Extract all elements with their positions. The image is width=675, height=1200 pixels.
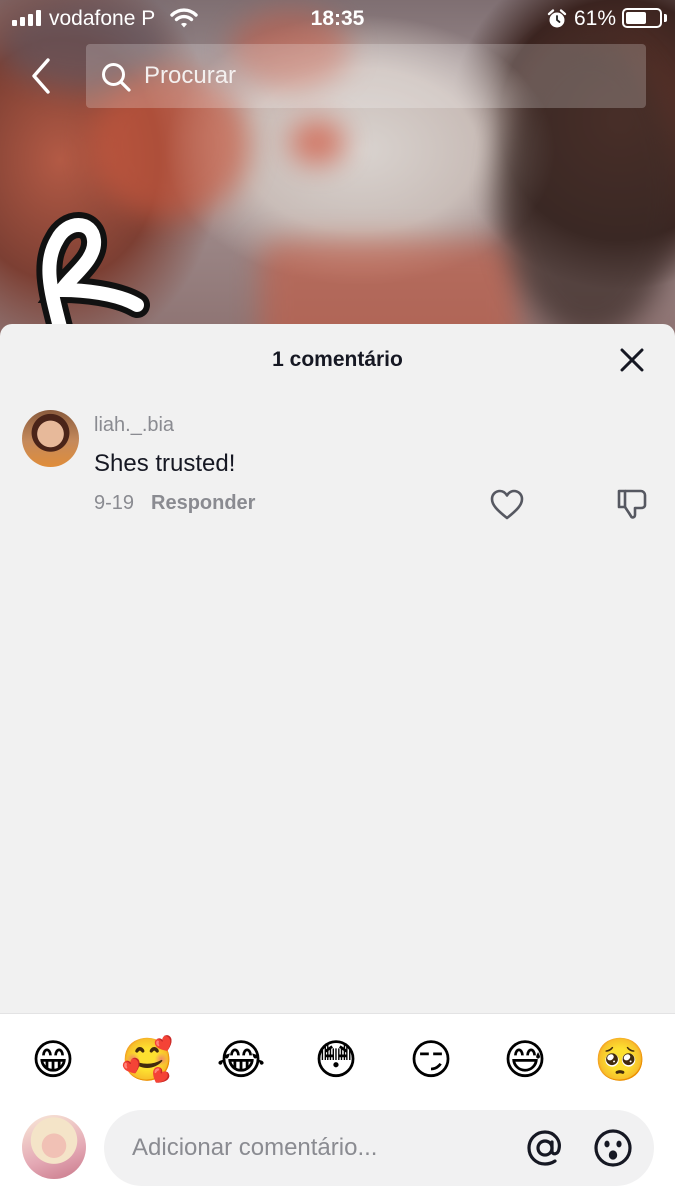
- emoji-smirk-button[interactable]: 😏: [405, 1034, 457, 1086]
- battery-icon: [622, 8, 662, 28]
- search-input[interactable]: Procurar: [86, 44, 646, 108]
- emoji-face-icon: [594, 1129, 632, 1167]
- close-icon: [620, 348, 644, 372]
- emoji-grin-button[interactable]: 😁: [27, 1034, 79, 1086]
- close-button[interactable]: [616, 344, 648, 376]
- video-sticker-graphic: [36, 212, 150, 340]
- mention-button[interactable]: [524, 1127, 566, 1169]
- emoji-picker-button[interactable]: [592, 1127, 634, 1169]
- battery-level-fill: [626, 12, 646, 24]
- search-icon: [102, 63, 131, 92]
- reply-button[interactable]: Responder: [151, 492, 255, 515]
- user-avatar[interactable]: [22, 1115, 86, 1179]
- emoji-sweat-smile-button[interactable]: 😅: [499, 1034, 551, 1086]
- battery-tip: [664, 14, 667, 22]
- status-bar: vodafone P 18:35 61%: [0, 0, 675, 38]
- thumbs-down-icon: [617, 489, 647, 519]
- comment-input-placeholder: Adicionar comentário...: [132, 1134, 378, 1161]
- battery-percentage: 61%: [574, 7, 617, 30]
- search-placeholder: Procurar: [144, 62, 237, 89]
- emoji-pleading-button[interactable]: 🥺: [594, 1034, 646, 1086]
- alarm-icon: [547, 9, 567, 28]
- video-blur-shape: [290, 120, 345, 165]
- comment-input[interactable]: Adicionar comentário...: [104, 1110, 654, 1186]
- like-button[interactable]: [489, 488, 525, 522]
- quick-emoji-bar: 😁 🥰 😂 😳 😏 😅 🥺: [0, 1014, 675, 1110]
- back-button[interactable]: [22, 54, 62, 98]
- dislike-button[interactable]: [614, 486, 650, 522]
- comment-text: Shes trusted!: [94, 450, 236, 477]
- heart-outline-icon: [490, 489, 524, 520]
- commenter-avatar[interactable]: [22, 410, 79, 467]
- chevron-left-icon: [32, 58, 50, 94]
- comment-item: liah._.bia Shes trusted! 9-19 Responder: [0, 406, 675, 526]
- comment-date: 9-19: [94, 492, 135, 514]
- comment-input-row: Adicionar comentário...: [0, 1110, 675, 1200]
- comments-count-title: 1 comentário: [272, 348, 403, 371]
- emoji-tears-of-joy-button[interactable]: 😂: [215, 1034, 267, 1086]
- emoji-smiling-hearts-button[interactable]: 🥰: [121, 1034, 173, 1086]
- emoji-flushed-button[interactable]: 😳: [310, 1034, 362, 1086]
- at-sign-icon: [527, 1130, 561, 1166]
- comments-sheet: 1 comentário liah._.bia Shes trusted! 9-…: [0, 324, 675, 1200]
- comment-username[interactable]: liah._.bia: [94, 414, 174, 437]
